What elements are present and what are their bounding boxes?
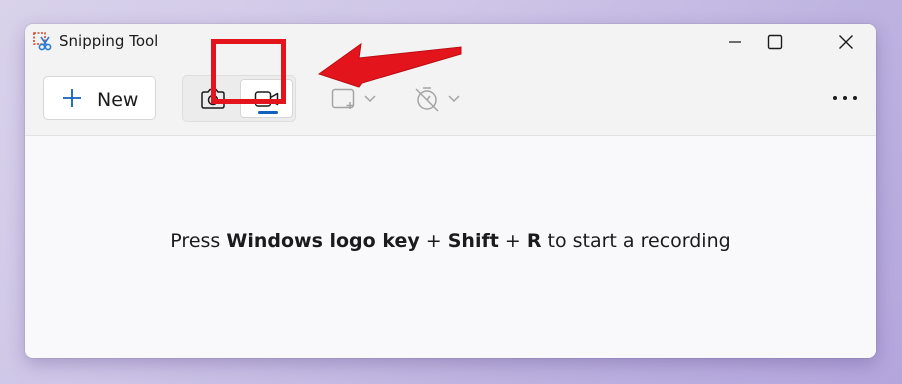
window-title: Snipping Tool xyxy=(59,32,159,50)
close-icon xyxy=(839,35,853,49)
snipping-tool-app-icon xyxy=(33,32,52,51)
close-button[interactable] xyxy=(818,24,874,60)
hint-suffix: to start a recording xyxy=(547,230,731,252)
new-button-label: New xyxy=(97,89,139,111)
hint-key-shift: Shift xyxy=(447,230,499,252)
more-options-button[interactable] xyxy=(830,86,860,110)
hint-plus: + xyxy=(425,230,442,252)
maximize-button[interactable] xyxy=(747,24,803,60)
minimize-icon xyxy=(729,41,741,43)
highlight-box xyxy=(211,39,286,104)
content-area: Press Windows logo key + Shift + R to st… xyxy=(25,136,876,358)
hint-prefix: Press xyxy=(170,230,221,252)
active-mode-indicator xyxy=(258,111,278,114)
more-icon xyxy=(833,96,857,100)
annotation-arrow xyxy=(317,42,462,88)
maximize-icon xyxy=(767,34,783,50)
hint-key-windows: Windows logo key xyxy=(226,230,420,252)
plus-icon xyxy=(63,89,81,107)
new-button[interactable]: New xyxy=(43,76,156,120)
hint-plus: + xyxy=(504,230,521,252)
rectangle-snip-icon xyxy=(331,88,376,109)
hint-key-r: R xyxy=(526,230,542,252)
recording-hint: Press Windows logo key + Shift + R to st… xyxy=(25,230,876,252)
